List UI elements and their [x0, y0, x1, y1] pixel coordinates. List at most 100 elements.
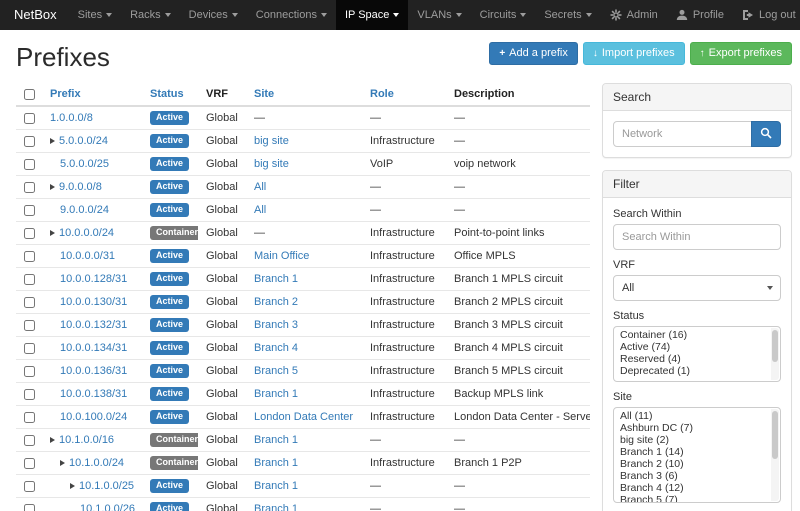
nav-item-profile[interactable]: Profile	[667, 0, 733, 30]
expand-caret-icon[interactable]	[50, 230, 55, 236]
select-all-checkbox[interactable]	[24, 89, 35, 100]
row-checkbox[interactable]	[24, 320, 35, 331]
row-checkbox[interactable]	[24, 412, 35, 423]
expand-caret-icon[interactable]	[50, 437, 55, 443]
filter-option[interactable]: Branch 3 (6)	[614, 470, 770, 482]
filter-option[interactable]: Branch 5 (7)	[614, 494, 770, 503]
row-checkbox[interactable]	[24, 251, 35, 262]
row-checkbox[interactable]	[24, 205, 35, 216]
site-link[interactable]: Branch 4	[254, 342, 298, 354]
nav-item-secrets[interactable]: Secrets	[535, 0, 600, 30]
prefix-link[interactable]: 10.0.0.132/31	[60, 319, 127, 331]
status-listbox[interactable]: Container (16)Active (74)Reserved (4)Dep…	[613, 326, 781, 382]
site-link[interactable]: Branch 1	[254, 388, 298, 400]
prefix-link[interactable]: 10.0.0.130/31	[60, 296, 127, 308]
nav-item-vlans[interactable]: VLANs	[408, 0, 470, 30]
expand-caret-icon[interactable]	[50, 138, 55, 144]
site-listbox[interactable]: All (11)Ashburn DC (7)big site (2)Branch…	[613, 407, 781, 503]
search-button[interactable]	[751, 121, 781, 147]
prefix-link[interactable]: 9.0.0.0/24	[60, 204, 109, 216]
row-checkbox[interactable]	[24, 435, 35, 446]
site-link[interactable]: Main Office	[254, 250, 309, 262]
site-link[interactable]: Branch 1	[254, 480, 298, 492]
nav-item-connections[interactable]: Connections	[247, 0, 336, 30]
scrollbar[interactable]	[771, 409, 779, 501]
prefix-link[interactable]: 10.0.0.134/31	[60, 342, 127, 354]
nav-item-circuits[interactable]: Circuits	[471, 0, 536, 30]
site-link[interactable]: Branch 2	[254, 296, 298, 308]
site-link[interactable]: Branch 1	[254, 273, 298, 285]
nav-item-log-out[interactable]: Log out	[733, 0, 800, 30]
prefix-link[interactable]: 10.1.0.0/26	[80, 503, 135, 511]
filter-option[interactable]: Ashburn DC (7)	[614, 422, 770, 434]
site-link[interactable]: Branch 3	[254, 319, 298, 331]
row-checkbox[interactable]	[24, 343, 35, 354]
site-link[interactable]: Branch 1	[254, 434, 298, 446]
prefix-link[interactable]: 10.1.0.0/16	[59, 434, 114, 446]
row-checkbox[interactable]	[24, 136, 35, 147]
site-link[interactable]: Branch 5	[254, 365, 298, 377]
row-checkbox[interactable]	[24, 504, 35, 511]
prefix-link[interactable]: 10.0.0.0/24	[59, 227, 114, 239]
export-prefixes-button[interactable]: ↑Export prefixes	[690, 42, 792, 65]
search-input[interactable]	[613, 121, 752, 147]
prefix-link[interactable]: 10.0.0.128/31	[60, 273, 127, 285]
expand-caret-icon[interactable]	[70, 483, 75, 489]
chevron-down-icon	[393, 13, 399, 17]
filter-option[interactable]: Active (74)	[614, 341, 770, 353]
prefix-link[interactable]: 5.0.0.0/25	[60, 158, 109, 170]
filter-option[interactable]: Deprecated (1)	[614, 365, 770, 377]
expand-caret-icon[interactable]	[50, 184, 55, 190]
filter-option[interactable]: Branch 4 (12)	[614, 482, 770, 494]
row-checkbox[interactable]	[24, 182, 35, 193]
row-checkbox[interactable]	[24, 366, 35, 377]
row-checkbox[interactable]	[24, 297, 35, 308]
column-header-site[interactable]: Site	[246, 83, 362, 106]
row-checkbox[interactable]	[24, 159, 35, 170]
row-checkbox[interactable]	[24, 481, 35, 492]
table-row: 10.1.0.0/25ActiveGlobalBranch 1——	[16, 475, 590, 498]
filter-option[interactable]: Container (16)	[614, 329, 770, 341]
import-prefixes-button[interactable]: ↓Import prefixes	[583, 42, 685, 65]
filter-option[interactable]: Reserved (4)	[614, 353, 770, 365]
prefix-link[interactable]: 10.0.100.0/24	[60, 411, 127, 423]
prefix-link[interactable]: 10.0.0.136/31	[60, 365, 127, 377]
nav-item-devices[interactable]: Devices	[180, 0, 247, 30]
scrollbar[interactable]	[771, 328, 779, 380]
row-checkbox[interactable]	[24, 389, 35, 400]
search-within-input[interactable]	[613, 224, 781, 250]
prefix-link[interactable]: 1.0.0.0/8	[50, 112, 93, 124]
nav-item-admin[interactable]: Admin	[601, 0, 667, 30]
nav-item-ip-space[interactable]: IP Space	[336, 0, 408, 30]
row-checkbox[interactable]	[24, 113, 35, 124]
expand-caret-icon[interactable]	[60, 460, 65, 466]
row-checkbox[interactable]	[24, 274, 35, 285]
site-link[interactable]: big site	[254, 158, 289, 170]
filter-option[interactable]: big site (2)	[614, 434, 770, 446]
column-header-status[interactable]: Status	[142, 83, 198, 106]
row-checkbox[interactable]	[24, 458, 35, 469]
site-link[interactable]: London Data Center	[254, 411, 353, 423]
column-header-prefix[interactable]: Prefix	[42, 83, 142, 106]
site-link[interactable]: big site	[254, 135, 289, 147]
filter-option[interactable]: Branch 2 (10)	[614, 458, 770, 470]
row-checkbox[interactable]	[24, 228, 35, 239]
prefix-link[interactable]: 9.0.0.0/8	[59, 181, 102, 193]
site-link[interactable]: Branch 1	[254, 503, 298, 511]
prefix-link[interactable]: 10.0.0.138/31	[60, 388, 127, 400]
prefix-link[interactable]: 5.0.0.0/24	[59, 135, 108, 147]
filter-option[interactable]: All (11)	[614, 410, 770, 422]
site-link[interactable]: Branch 1	[254, 457, 298, 469]
site-link[interactable]: All	[254, 204, 266, 216]
app-logo[interactable]: NetBox	[8, 0, 69, 30]
nav-item-sites[interactable]: Sites	[69, 0, 121, 30]
prefix-link[interactable]: 10.0.0.0/31	[60, 250, 115, 262]
add-a-prefix-button[interactable]: +Add a prefix	[489, 42, 578, 65]
column-header-role[interactable]: Role	[362, 83, 446, 106]
vrf-select[interactable]: All	[613, 275, 781, 301]
nav-item-racks[interactable]: Racks	[121, 0, 180, 30]
filter-option[interactable]: Branch 1 (14)	[614, 446, 770, 458]
prefix-link[interactable]: 10.1.0.0/25	[79, 480, 134, 492]
prefix-link[interactable]: 10.1.0.0/24	[69, 457, 124, 469]
site-link[interactable]: All	[254, 181, 266, 193]
